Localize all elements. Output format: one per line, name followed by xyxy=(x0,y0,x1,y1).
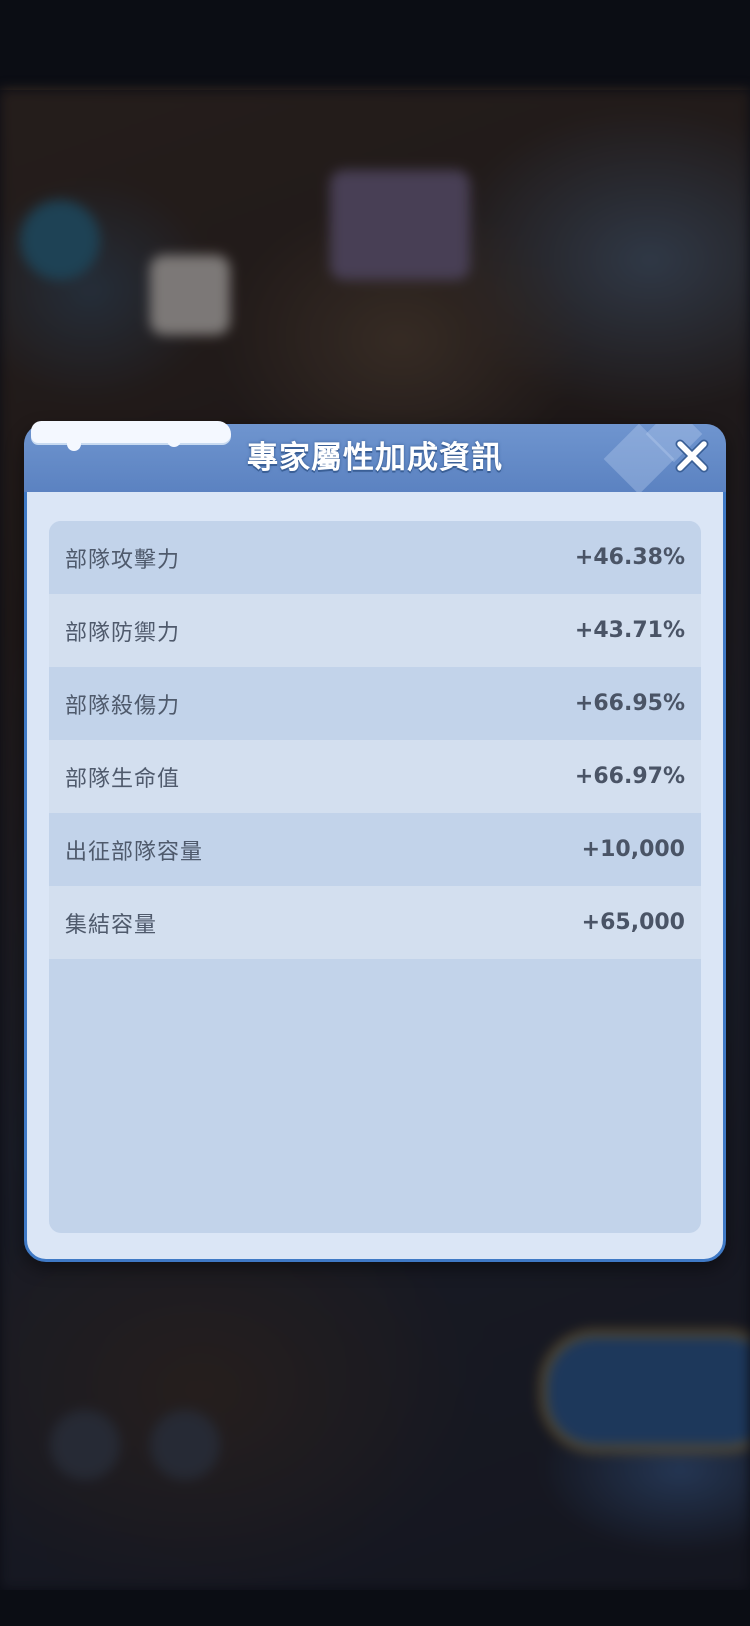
stat-label: 部隊殺傷力 xyxy=(65,693,181,719)
status-bar-area xyxy=(0,0,750,90)
stat-value: +46.38% xyxy=(574,545,685,570)
stat-value: +43.71% xyxy=(574,618,685,643)
stat-label: 部隊防禦力 xyxy=(65,620,181,646)
stat-row-rally-capacity: 集結容量 +65,000 xyxy=(49,886,701,959)
expert-bonus-dialog: 專家屬性加成資訊 部隊攻擊力 +46.38% 部隊防禦力 +43.71% 部隊殺… xyxy=(24,421,726,1262)
stat-value: +65,000 xyxy=(581,910,685,935)
stat-label: 出征部隊容量 xyxy=(65,839,204,865)
stat-value: +66.95% xyxy=(574,691,685,716)
stat-row-troop-attack: 部隊攻擊力 +46.38% xyxy=(49,521,701,594)
snow-drip xyxy=(67,435,81,451)
close-button[interactable] xyxy=(668,432,716,480)
navigation-bar-area xyxy=(0,1590,750,1626)
stat-label: 部隊生命值 xyxy=(65,766,181,792)
stats-panel: 部隊攻擊力 +46.38% 部隊防禦力 +43.71% 部隊殺傷力 +66.95… xyxy=(49,521,701,1233)
game-screen: 專家屬性加成資訊 部隊攻擊力 +46.38% 部隊防禦力 +43.71% 部隊殺… xyxy=(0,0,750,1626)
stat-value: +66.97% xyxy=(574,764,685,789)
stat-label: 集結容量 xyxy=(65,912,158,938)
close-icon xyxy=(675,439,709,473)
stat-value: +10,000 xyxy=(581,837,685,862)
stat-row-deployment-capacity: 出征部隊容量 +10,000 xyxy=(49,813,701,886)
snow-decoration xyxy=(31,421,231,443)
stat-row-troop-lethality: 部隊殺傷力 +66.95% xyxy=(49,667,701,740)
stat-row-troop-health: 部隊生命值 +66.97% xyxy=(49,740,701,813)
stat-label: 部隊攻擊力 xyxy=(65,547,181,573)
stat-row-troop-defense: 部隊防禦力 +43.71% xyxy=(49,594,701,667)
